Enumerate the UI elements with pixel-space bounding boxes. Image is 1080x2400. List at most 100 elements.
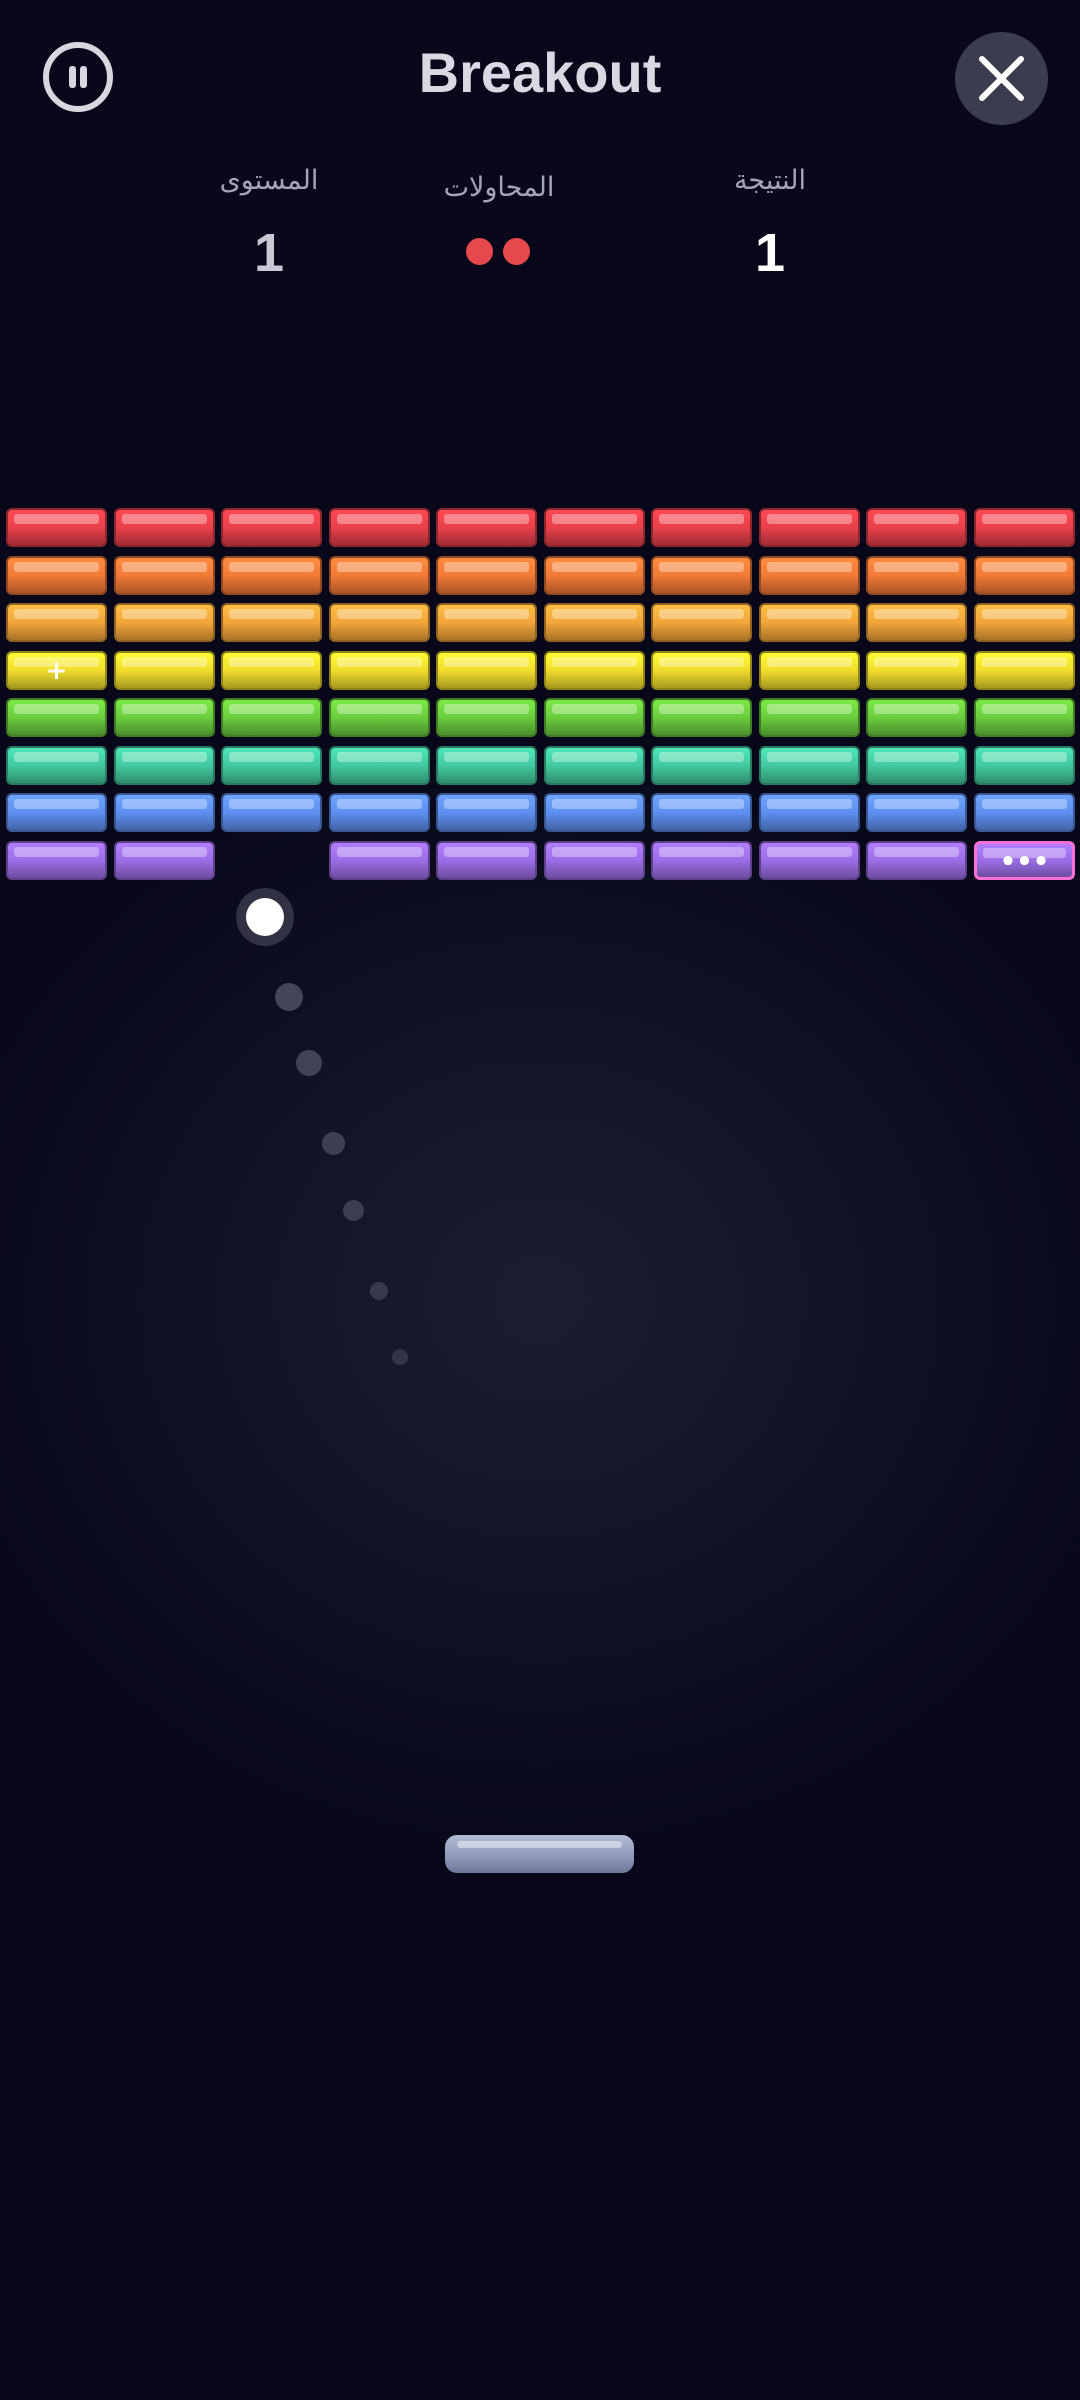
- brick-shine: [659, 847, 744, 857]
- brick-shine: [982, 657, 1067, 667]
- brick-grid: + •••: [0, 0, 1080, 2400]
- brick-shine: [14, 799, 99, 809]
- brick-amber: [651, 603, 752, 642]
- brick-orange: [6, 556, 107, 595]
- brick-amber: [974, 603, 1075, 642]
- brick-shine: [982, 562, 1067, 572]
- brick-red: [544, 508, 645, 547]
- brick-blue: [866, 793, 967, 832]
- brick-blue: [436, 793, 537, 832]
- lives-label: المحاولات: [443, 172, 555, 203]
- brick-red: [974, 508, 1075, 547]
- brick-teal: [759, 746, 860, 785]
- brick-shine: [337, 514, 422, 524]
- brick-shine: [659, 704, 744, 714]
- brick-shine: [982, 514, 1067, 524]
- brick-amber: [114, 603, 215, 642]
- level-label: المستوى: [219, 165, 319, 196]
- brick-shine: [14, 847, 99, 857]
- brick-orange: [221, 556, 322, 595]
- brick-shine: [229, 562, 314, 572]
- brick-shine: [122, 799, 207, 809]
- brick-shine: [337, 752, 422, 762]
- brick-shine: [874, 799, 959, 809]
- brick-shine: [767, 657, 852, 667]
- brick-purple: [544, 841, 645, 880]
- brick-shine: [874, 657, 959, 667]
- ball-trail-dot: [322, 1132, 345, 1155]
- brick-shine: [552, 562, 637, 572]
- brick-blue: [329, 793, 430, 832]
- score-value: 1: [754, 223, 786, 283]
- brick-shine: [229, 799, 314, 809]
- brick-shine: [659, 562, 744, 572]
- ball-trail-dot: [296, 1050, 322, 1076]
- brick-shine: [874, 704, 959, 714]
- paddle[interactable]: [445, 1835, 634, 1873]
- brick-shine: [444, 609, 529, 619]
- brick-shine: [122, 704, 207, 714]
- brick-shine: [14, 514, 99, 524]
- brick-shine: [767, 562, 852, 572]
- brick-purple: [114, 841, 215, 880]
- ball-trail-dot: [370, 1282, 388, 1300]
- brick-shine: [982, 752, 1067, 762]
- brick-purple: [866, 841, 967, 880]
- brick-shine: [229, 752, 314, 762]
- brick-shine: [659, 657, 744, 667]
- brick-green: [866, 698, 967, 737]
- brick-shine: [767, 847, 852, 857]
- brick-shine: [874, 514, 959, 524]
- brick-shine: [874, 847, 959, 857]
- brick-yellow: [974, 651, 1075, 690]
- brick-yellow: [866, 651, 967, 690]
- brick-shine: [122, 514, 207, 524]
- brick-shine: [122, 657, 207, 667]
- brick-purple: [329, 841, 430, 880]
- game-title: Breakout: [418, 41, 662, 104]
- brick-blue: [544, 793, 645, 832]
- brick-purple: [759, 841, 860, 880]
- brick-shine: [767, 514, 852, 524]
- brick-shine: [337, 847, 422, 857]
- brick-green: [436, 698, 537, 737]
- brick-shine: [337, 704, 422, 714]
- brick-amber: [329, 603, 430, 642]
- score-label: النتيجة: [733, 165, 807, 196]
- brick-shine: [552, 657, 637, 667]
- powerup-plus-brick: +: [6, 651, 107, 690]
- brick-teal: [114, 746, 215, 785]
- brick-amber: [759, 603, 860, 642]
- brick-red: [6, 508, 107, 547]
- ball-trail-dot: [275, 983, 303, 1011]
- brick-shine: [229, 609, 314, 619]
- brick-blue: [6, 793, 107, 832]
- brick-shine: [444, 514, 529, 524]
- brick-blue: [651, 793, 752, 832]
- brick-shine: [874, 752, 959, 762]
- brick-shine: [767, 799, 852, 809]
- lives-indicator: [466, 238, 536, 268]
- brick-shine: [982, 609, 1067, 619]
- brick-shine: [14, 609, 99, 619]
- brick-yellow: [329, 651, 430, 690]
- brick-shine: [122, 847, 207, 857]
- brick-red: [651, 508, 752, 547]
- brick-amber: [866, 603, 967, 642]
- brick-shine: [122, 562, 207, 572]
- brick-shine: [552, 609, 637, 619]
- brick-shine: [337, 562, 422, 572]
- brick-orange: [436, 556, 537, 595]
- brick-shine: [659, 752, 744, 762]
- paddle-highlight: [457, 1841, 622, 1848]
- brick-teal: [6, 746, 107, 785]
- close-button[interactable]: [955, 32, 1048, 125]
- life-dot: [503, 238, 530, 265]
- brick-shine: [767, 704, 852, 714]
- brick-teal: [221, 746, 322, 785]
- brick-orange: [544, 556, 645, 595]
- brick-shine: [14, 752, 99, 762]
- brick-shine: [337, 799, 422, 809]
- brick-teal: [544, 746, 645, 785]
- brick-yellow: [436, 651, 537, 690]
